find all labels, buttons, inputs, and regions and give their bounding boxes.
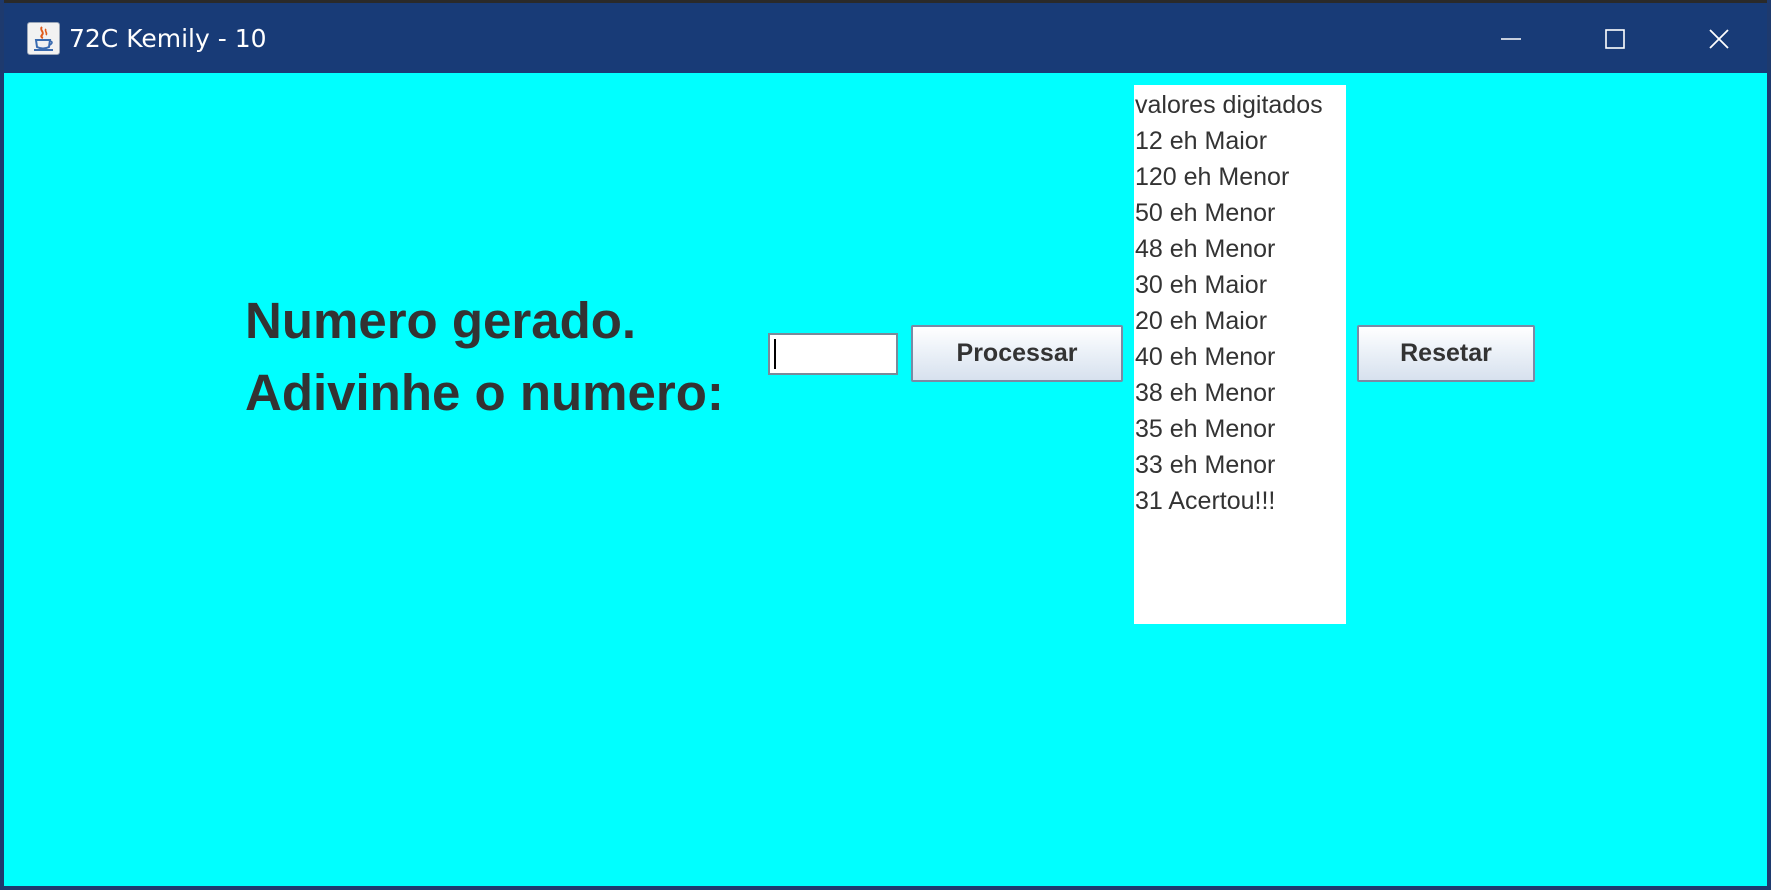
- history-line: valores digitados: [1135, 91, 1323, 119]
- history-text-area[interactable]: valores digitados 12 eh Maior 120 eh Men…: [1134, 85, 1346, 624]
- history-line: 48 eh Menor: [1135, 235, 1276, 263]
- close-icon: [1709, 29, 1729, 49]
- history-line: 33 eh Menor: [1135, 451, 1276, 479]
- reset-button[interactable]: Resetar: [1357, 325, 1535, 382]
- history-line: 38 eh Menor: [1135, 379, 1276, 407]
- title-bar[interactable]: 72C Kemily - 10: [4, 0, 1767, 73]
- history-line: 12 eh Maior: [1135, 127, 1268, 155]
- window-title: 72C Kemily - 10: [69, 24, 267, 53]
- generated-number-label: Numero gerado.: [245, 292, 637, 349]
- history-line: 20 eh Maior: [1135, 307, 1268, 335]
- process-button[interactable]: Processar: [911, 325, 1123, 382]
- content-panel: Numero gerado. Adivinhe o numero: Proces…: [4, 73, 1767, 886]
- minimize-button[interactable]: [1459, 3, 1563, 73]
- history-line: 31 Acertou!!!: [1135, 487, 1276, 515]
- history-line: 120 eh Menor: [1135, 163, 1290, 191]
- history-line: 40 eh Menor: [1135, 343, 1276, 371]
- history-line: 50 eh Menor: [1135, 199, 1276, 227]
- minimize-icon: [1501, 38, 1521, 40]
- guess-prompt-label: Adivinhe o numero:: [245, 364, 724, 421]
- maximize-icon: [1605, 29, 1625, 49]
- maximize-button[interactable]: [1563, 3, 1667, 73]
- java-cup-icon[interactable]: [27, 22, 60, 55]
- text-caret: [774, 339, 776, 369]
- history-line: 35 eh Menor: [1135, 415, 1276, 443]
- guess-input[interactable]: [768, 333, 898, 375]
- history-line: 30 eh Maior: [1135, 271, 1268, 299]
- app-window: 72C Kemily - 10 Numero gerado. Adivinhe …: [0, 0, 1771, 890]
- close-button[interactable]: [1667, 3, 1767, 73]
